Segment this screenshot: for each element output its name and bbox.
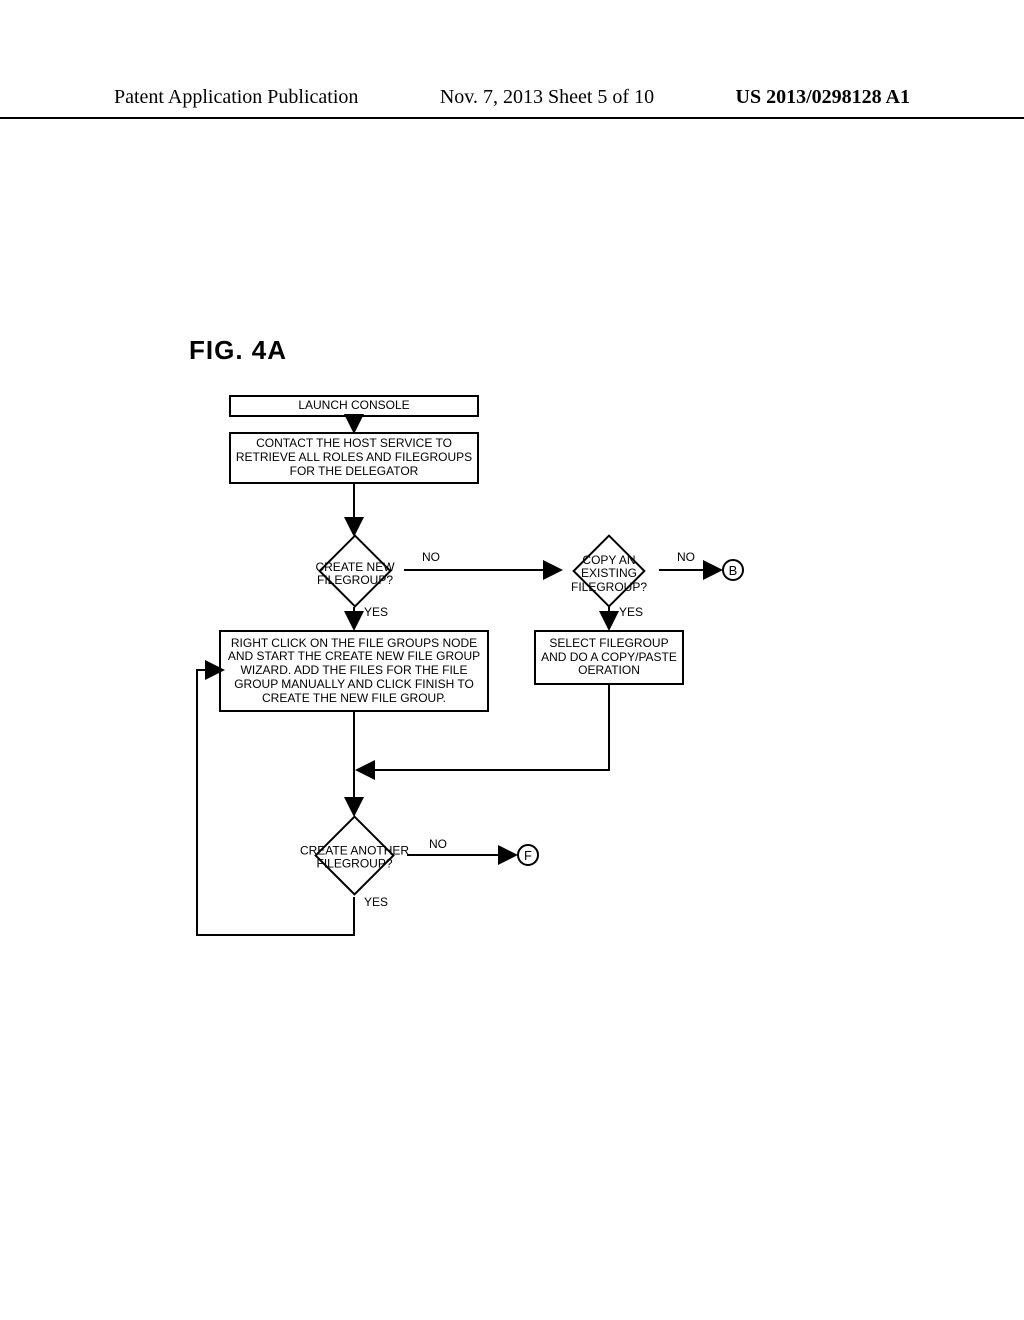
page-header: Patent Application Publication Nov. 7, 2…: [0, 86, 1024, 119]
process-copy-paste: SELECT FILEGROUP AND DO A COPY/PASTE OER…: [534, 630, 684, 685]
figure-label: FIG. 4A: [189, 335, 287, 366]
edge-no-3: NO: [429, 837, 447, 851]
process-contact-host: CONTACT THE HOST SERVICE TO RETRIEVE ALL…: [229, 432, 479, 484]
decision-text: COPY AN EXISTING FILEGROUP?: [554, 554, 664, 594]
process-text: CONTACT THE HOST SERVICE TO RETRIEVE ALL…: [233, 437, 475, 478]
edge-no-1: NO: [422, 550, 440, 564]
process-text: SELECT FILEGROUP AND DO A COPY/PASTE OER…: [538, 637, 680, 678]
process-launch-console: LAUNCH CONSOLE: [229, 395, 479, 417]
edge-no-2: NO: [677, 550, 695, 564]
decision-create-another: CREATE ANOTHER FILEGROUP?: [314, 815, 395, 896]
edge-yes-2: YES: [619, 605, 643, 619]
flowchart: LAUNCH CONSOLE CONTACT THE HOST SERVICE …: [189, 390, 839, 990]
decision-create-new: CREATE NEW FILEGROUP?: [318, 534, 392, 608]
process-text: LAUNCH CONSOLE: [298, 399, 409, 413]
header-left: Patent Application Publication: [114, 86, 358, 109]
header-right: US 2013/0298128 A1: [736, 86, 910, 109]
edge-yes-1: YES: [364, 605, 388, 619]
header-mid: Nov. 7, 2013 Sheet 5 of 10: [440, 86, 654, 109]
decision-copy-existing: COPY AN EXISTING FILEGROUP?: [572, 534, 646, 608]
process-create-wizard: RIGHT CLICK ON THE FILE GROUPS NODE AND …: [219, 630, 489, 712]
connector-label: B: [729, 563, 738, 578]
connector-f: F: [517, 844, 539, 866]
process-text: RIGHT CLICK ON THE FILE GROUPS NODE AND …: [223, 637, 485, 706]
decision-text: CREATE ANOTHER FILEGROUP?: [300, 844, 410, 870]
edge-yes-3: YES: [364, 895, 388, 909]
decision-text: CREATE NEW FILEGROUP?: [305, 561, 405, 587]
connector-b: B: [722, 559, 744, 581]
connector-label: F: [524, 848, 532, 863]
